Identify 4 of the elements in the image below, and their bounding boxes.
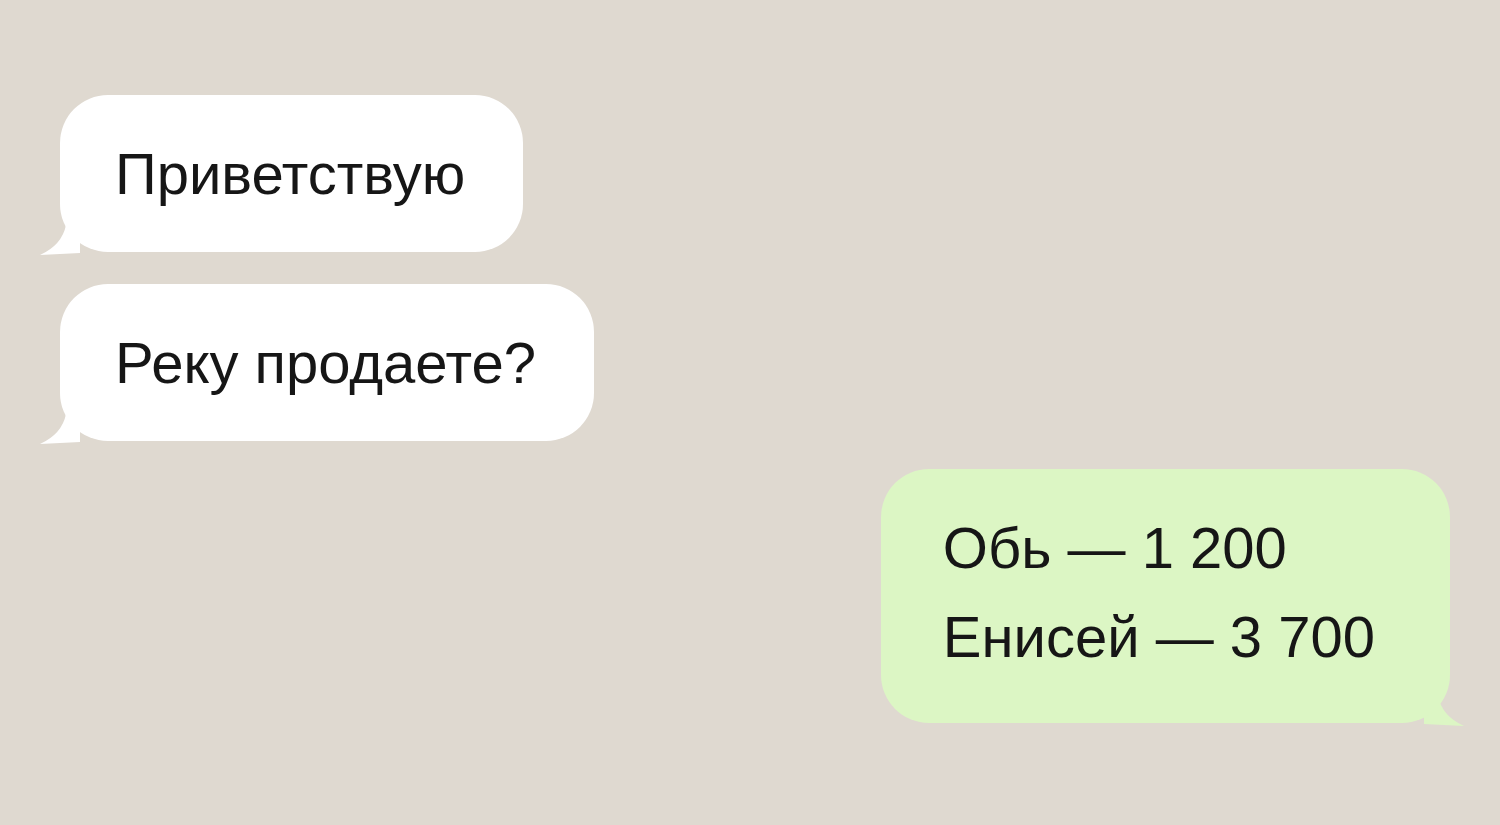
message-text: Енисей — 3 700: [942, 603, 1375, 671]
message-text: Реку продаете?: [115, 329, 537, 397]
message-text: Приветствую: [115, 140, 466, 208]
message-text: Обь — 1 200: [942, 514, 1288, 582]
